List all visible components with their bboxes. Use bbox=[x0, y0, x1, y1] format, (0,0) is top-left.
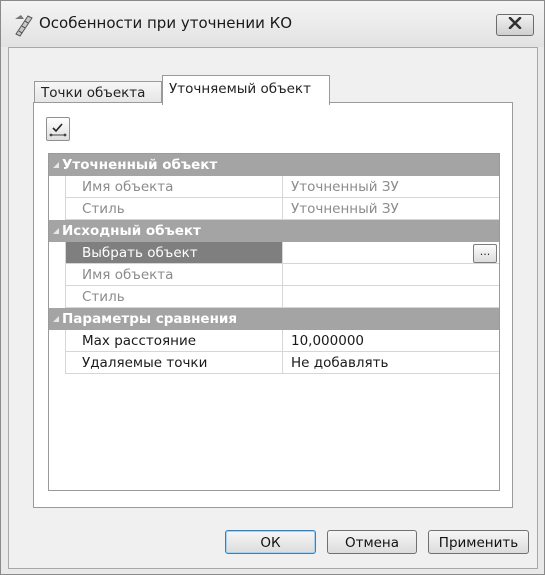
tab-refined-object[interactable]: Уточняемый объект bbox=[162, 75, 330, 105]
group-header-refined-object[interactable]: Уточненный объект bbox=[49, 154, 499, 176]
apply-measure-button[interactable] bbox=[46, 117, 70, 141]
property-value[interactable]: Не добавлять bbox=[282, 352, 499, 374]
checkmark-measure-icon bbox=[47, 123, 69, 144]
property-row[interactable]: Имя объекта bbox=[49, 264, 499, 286]
property-row[interactable]: Стиль Уточненный ЗУ bbox=[49, 198, 499, 220]
property-name: Выбрать объект bbox=[65, 242, 282, 264]
window-title: Особенности при уточнении КО bbox=[39, 14, 293, 32]
dialog-body: Точки объекта Уточняемый объект Уточненн… bbox=[8, 47, 538, 569]
apply-button[interactable]: Применить bbox=[428, 530, 529, 554]
property-value bbox=[282, 286, 499, 308]
tab-panel-refined-object: Уточненный объект Имя объекта Уточненный… bbox=[33, 102, 513, 508]
property-value[interactable] bbox=[282, 242, 499, 264]
property-value: Уточненный ЗУ bbox=[282, 198, 499, 220]
property-value bbox=[282, 264, 499, 286]
property-name: Стиль bbox=[65, 286, 282, 308]
close-x-icon bbox=[508, 16, 522, 33]
property-grid: Уточненный объект Имя объекта Уточненный… bbox=[48, 153, 500, 491]
property-name: Имя объекта bbox=[65, 176, 282, 198]
title-bar: Особенности при уточнении КО bbox=[1, 1, 544, 47]
property-value: Уточненный ЗУ bbox=[282, 176, 499, 198]
collapse-triangle-icon bbox=[53, 162, 59, 168]
property-row-max-distance[interactable]: Max расстояние 10,000000 bbox=[49, 330, 499, 352]
ok-button[interactable]: ОК bbox=[225, 530, 316, 554]
property-name: Удаляемые точки bbox=[65, 352, 282, 374]
property-name: Стиль bbox=[65, 198, 282, 220]
collapse-triangle-icon bbox=[53, 228, 59, 234]
property-name: Имя объекта bbox=[65, 264, 282, 286]
property-row-select-object[interactable]: Выбрать объект ... bbox=[49, 242, 499, 264]
cadastral-ruler-icon bbox=[13, 13, 35, 37]
tab-object-points[interactable]: Точки объекта bbox=[34, 81, 162, 104]
property-row[interactable]: Имя объекта Уточненный ЗУ bbox=[49, 176, 499, 198]
browse-ellipsis-button[interactable]: ... bbox=[473, 244, 497, 263]
property-value[interactable]: 10,000000 bbox=[282, 330, 499, 352]
collapse-triangle-icon bbox=[53, 316, 59, 322]
dialog-window: Особенности при уточнении КО Точки объек… bbox=[0, 0, 545, 575]
cancel-button[interactable]: Отмена bbox=[327, 530, 417, 554]
property-row[interactable]: Стиль bbox=[49, 286, 499, 308]
group-header-source-object[interactable]: Исходный объект bbox=[49, 220, 499, 242]
property-name: Max расстояние bbox=[65, 330, 282, 352]
group-header-comparison-params[interactable]: Параметры сравнения bbox=[49, 308, 499, 330]
close-button[interactable] bbox=[496, 14, 534, 36]
property-row-removed-points[interactable]: Удаляемые точки Не добавлять bbox=[49, 352, 499, 374]
